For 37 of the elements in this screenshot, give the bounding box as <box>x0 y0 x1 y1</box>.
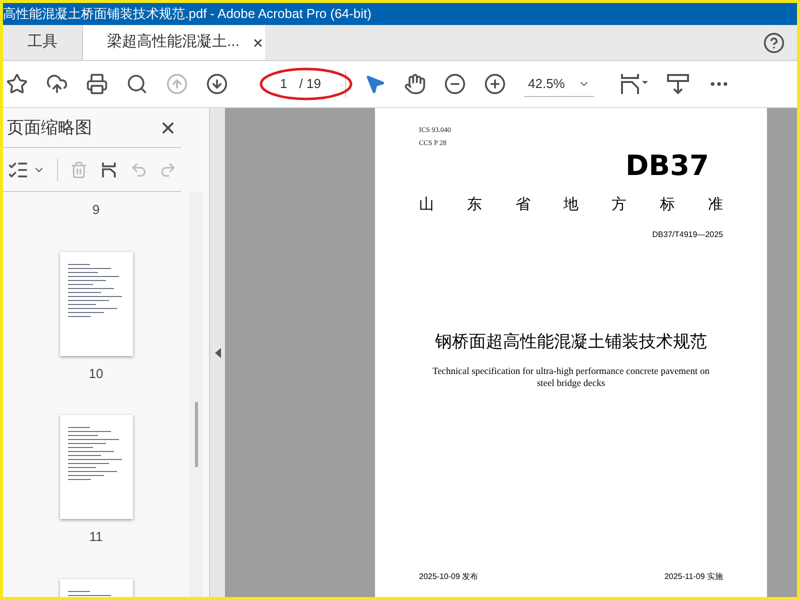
page-number-field[interactable]: 1 / 19 <box>246 71 346 97</box>
print-icon[interactable] <box>86 73 108 95</box>
page-thumbnail[interactable] <box>60 415 132 519</box>
star-icon[interactable] <box>6 73 28 95</box>
upload-icon[interactable] <box>46 73 68 95</box>
hand-icon[interactable] <box>404 73 426 95</box>
page-heading: 东 <box>467 195 482 215</box>
options-menu-button[interactable] <box>7 158 58 180</box>
zoom-in-icon[interactable] <box>484 73 506 95</box>
search-icon[interactable] <box>126 73 148 95</box>
help-icon[interactable] <box>763 32 785 54</box>
ruler-arrow-icon[interactable] <box>666 72 690 96</box>
page-heading: 地 <box>563 195 578 215</box>
standard-code: DB37/T4919—2025 <box>652 228 723 240</box>
page-heading: 标 <box>660 195 675 215</box>
page-heading: 准 <box>708 195 723 215</box>
window-title: 高性能混凝土桥面铺装技术规范.pdf - Adobe Acrobat Pro (64-bit) <box>3 5 372 24</box>
document-tab[interactable]: 梁超高性能混凝土... <box>83 25 265 60</box>
page-heading: 山 <box>419 195 434 215</box>
page-label: 9 <box>92 201 100 219</box>
document-title: 钢桥面超高性能混凝土铺装技术规范 <box>435 330 707 352</box>
close-icon[interactable] <box>252 36 264 48</box>
collapse-arrow-icon <box>214 348 220 358</box>
page-heading: 省 <box>515 195 530 215</box>
page-thumbnail[interactable] <box>60 252 132 356</box>
panel-title: 页面缩略图 <box>7 116 92 139</box>
zoom-out-icon[interactable] <box>444 73 466 95</box>
zoom-dropdown[interactable]: 42.5% <box>524 71 594 97</box>
page-label: 10 <box>88 364 104 382</box>
page-heading: 方 <box>612 195 627 215</box>
standard-logo: DB37 <box>625 152 709 180</box>
pointer-icon[interactable] <box>364 73 386 95</box>
document-subtitle: Technical specification for ultra-high performance concrete pavement on steel bridge decks <box>431 366 711 391</box>
issue-date: 2025-10-09 发布 <box>419 571 478 583</box>
page-label: 11 <box>89 528 103 546</box>
scrollbar[interactable] <box>189 192 203 597</box>
effective-date: 2025-11-09 实施 <box>664 571 723 583</box>
